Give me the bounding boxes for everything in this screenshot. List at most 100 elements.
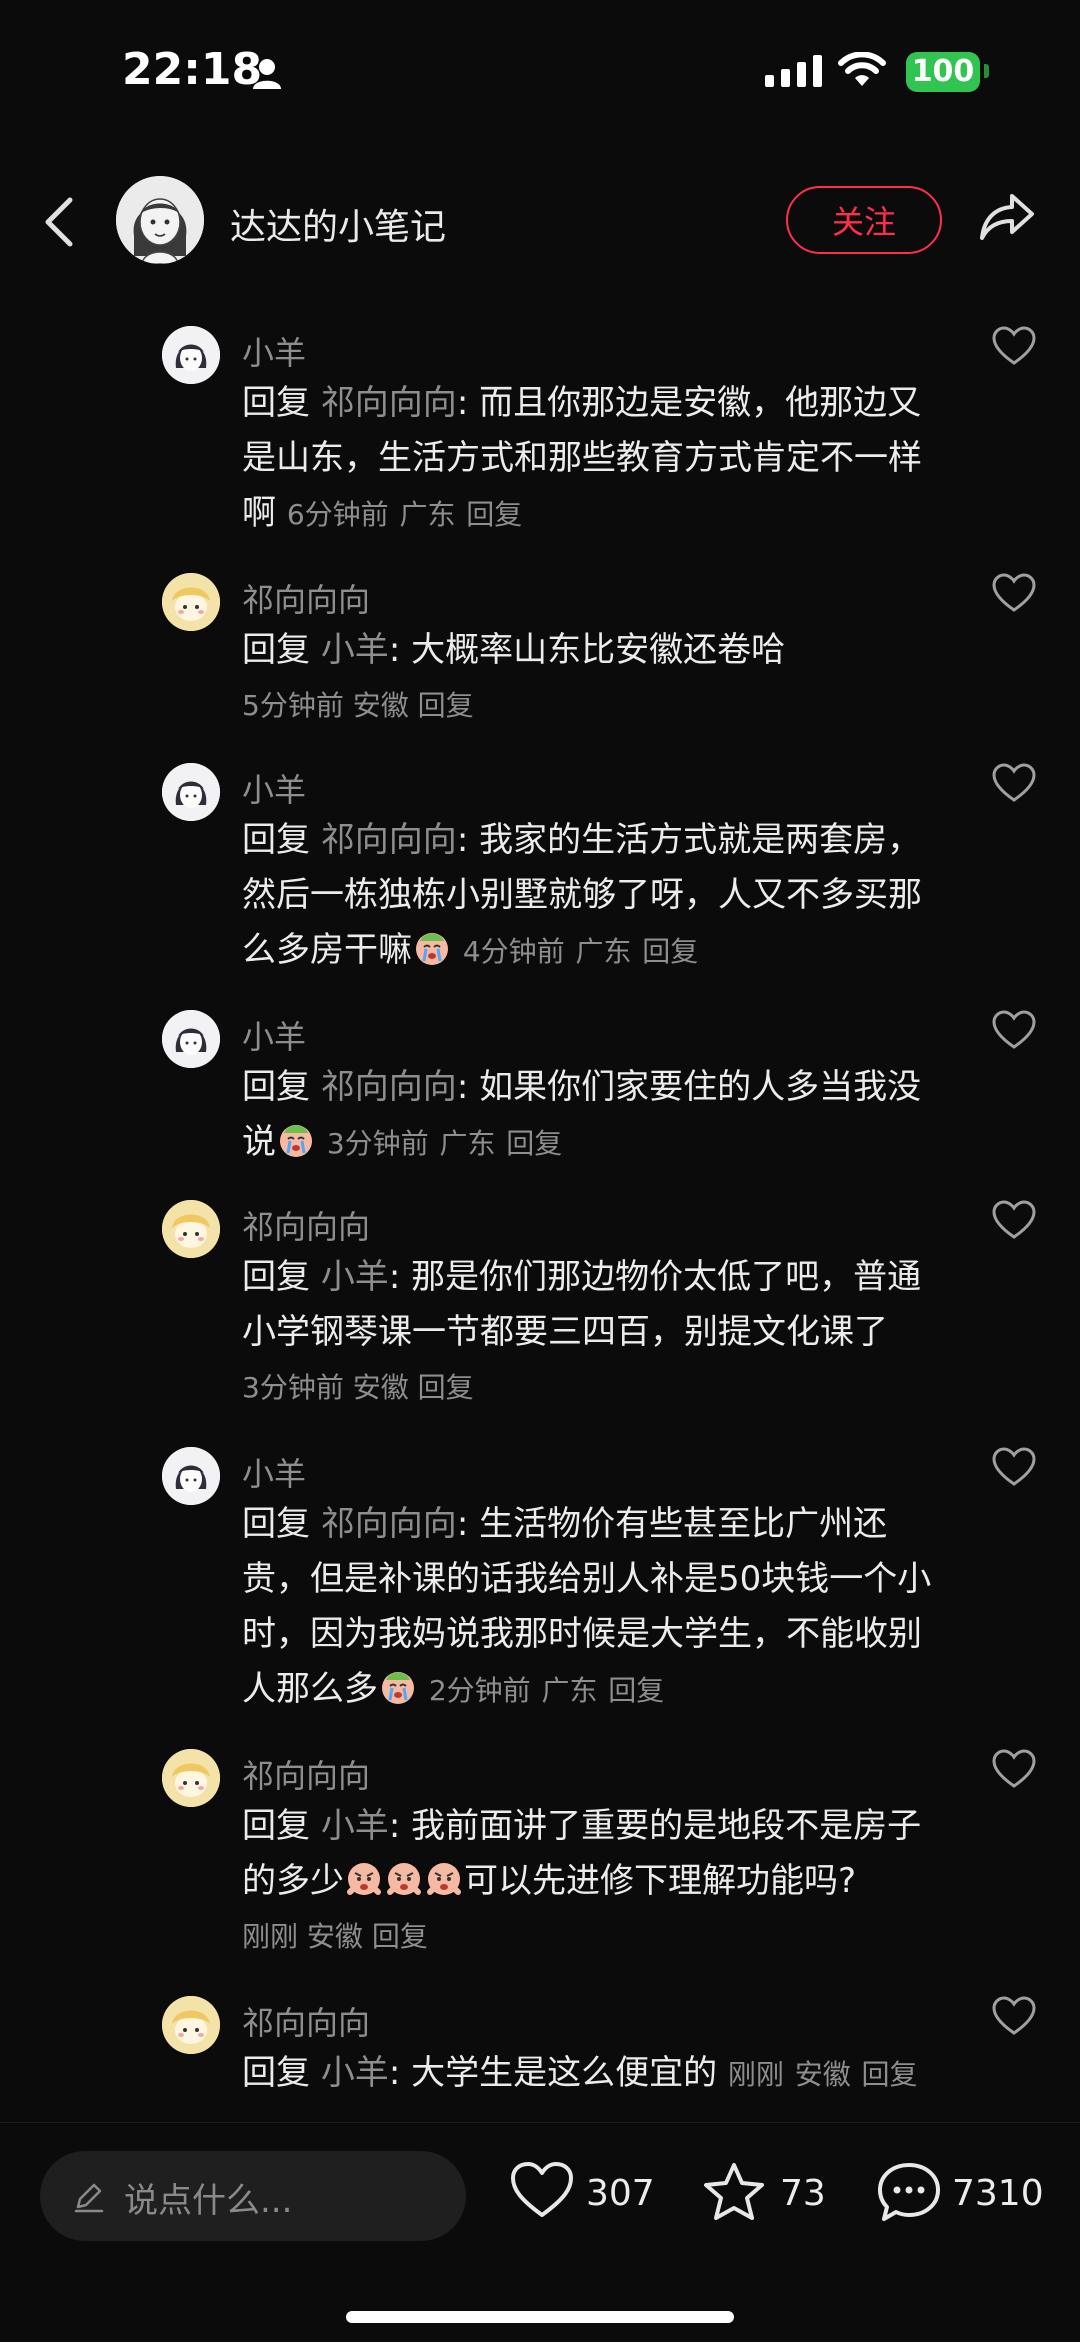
reply-button[interactable]: 回复 [418,1371,474,1404]
comment-text[interactable]: 回复 小羊: 我前面讲了重要的是地段不是房子的多少 可以先进修下理解功能吗? 刚… [242,1799,942,1965]
share-icon[interactable] [978,190,1036,244]
reply-button[interactable]: 回复 [862,2058,918,2091]
pencil-icon [74,2183,104,2213]
girl-portrait-icon [116,176,204,264]
comment-text[interactable]: 回复 祁向向向: 而且你那边是安徽，他那边又是山东，生活方式和那些教育方式肯定不… [242,376,942,542]
comment-location: 广东 [541,1674,598,1707]
comment-text[interactable]: 回复 小羊: 大学生是这么便宜的 刚刚 安徽 回复 [242,2046,942,2102]
comment-time: 4分钟前 [462,935,565,968]
reply-target[interactable]: 小羊 [321,2053,389,2093]
commenter-name[interactable]: 祁向向向 [242,1998,370,2044]
reply-button[interactable]: 回复 [642,935,698,968]
commenter-name[interactable]: 祁向向向 [242,1751,370,1797]
reply-target[interactable]: 祁向向向 [321,1504,457,1544]
commenter-avatar[interactable] [162,1200,220,1258]
heart-icon[interactable] [992,1447,1036,1487]
commenter-name[interactable]: 祁向向向 [242,575,370,621]
commenter-avatar[interactable] [162,1749,220,1807]
like-heart-icon[interactable] [510,2161,574,2219]
commenter-name[interactable]: 祁向向向 [242,1202,370,1248]
like-count[interactable]: 307 [586,2173,655,2214]
follow-button[interactable]: 关注 [786,186,942,254]
heart-icon[interactable] [992,326,1036,366]
reply-button[interactable]: 回复 [608,1674,664,1707]
comment-text[interactable]: 回复 小羊: 大概率山东比安徽还卷哈 5分钟前 安徽 回复 [242,623,942,734]
heart-icon[interactable] [992,1749,1036,1789]
signal-icon [765,55,822,87]
reply-target[interactable]: 小羊 [321,630,389,670]
star-count[interactable]: 73 [780,2173,826,2214]
comment-content: 大概率山东比安徽还卷哈 [411,630,786,670]
commenter-name[interactable]: 小羊 [242,1449,306,1495]
colon-separator: : [388,630,412,670]
colon-separator: : [456,1504,480,1544]
comment-time: 刚刚 [242,1920,299,1953]
comment-location: 广东 [399,498,456,531]
reply-target[interactable]: 祁向向向 [321,820,457,860]
colon-separator: : [388,1257,412,1297]
bottom-action-bar: 说点什么... 307 73 7310 [0,2122,1080,2342]
back-arrow-icon[interactable] [42,196,76,248]
comment-time: 3分钟前 [326,1127,429,1160]
author-name[interactable]: 达达的小笔记 [230,198,446,250]
comment-location: 安徽 [306,1920,363,1953]
commenter-avatar[interactable] [162,763,220,821]
commenter-name[interactable]: 小羊 [242,328,306,374]
wifi-icon [838,52,886,86]
commenter-avatar[interactable] [162,1010,220,1068]
heart-icon[interactable] [992,763,1036,803]
angry-face-emoji-icon [427,1863,461,1895]
comment-count[interactable]: 7310 [952,2173,1044,2214]
comment-meta: 3分钟前 安徽 回复 [242,1360,942,1416]
heart-icon[interactable] [992,573,1036,613]
reply-target[interactable]: 祁向向向 [321,383,457,423]
reply-target[interactable]: 小羊 [321,1806,389,1846]
author-avatar[interactable] [116,176,204,264]
home-indicator[interactable] [346,2311,734,2323]
comment-location: 广东 [439,1127,496,1160]
reply-target[interactable]: 祁向向向 [321,1067,457,1107]
sheep-avatar-icon [162,1447,220,1505]
heart-icon[interactable] [992,1010,1036,1050]
reply-button[interactable]: 回复 [418,689,474,722]
reply-word: 回复 [242,630,310,670]
commenter-avatar[interactable] [162,326,220,384]
commenter-avatar[interactable] [162,1447,220,1505]
status-bar: 22:18 100 [0,0,1080,140]
comment-text[interactable]: 回复 祁向向向: 如果你们家要住的人多当我没说 3分钟前 广东 回复 [242,1060,942,1171]
reply-target[interactable]: 小羊 [321,1257,389,1297]
battery-cap [984,64,989,78]
colon-separator: : [456,1067,480,1107]
cartoon-avatar-icon [162,1996,220,2054]
commenter-avatar[interactable] [162,1996,220,2054]
star-icon[interactable] [702,2161,766,2223]
comment-content-tail: 可以先进修下理解功能吗? [464,1861,857,1901]
reply-word: 回复 [242,1806,310,1846]
comment-text[interactable]: 回复 祁向向向: 生活物价有些甚至比广州还贵，但是补课的话我给别人补是50块钱一… [242,1497,942,1718]
heart-icon[interactable] [992,1996,1036,2036]
commenter-avatar[interactable] [162,573,220,631]
reply-word: 回复 [242,820,310,860]
reply-button[interactable]: 回复 [466,498,522,531]
reply-word: 回复 [242,1257,310,1297]
crying-face-emoji-icon [280,1125,312,1157]
comment-location: 广东 [575,935,632,968]
reply-button[interactable]: 回复 [506,1127,562,1160]
comment-time: 2分钟前 [428,1674,531,1707]
reply-button[interactable]: 回复 [372,1920,428,1953]
status-time: 22:18 [122,44,263,95]
colon-separator: : [388,2053,412,2093]
commenter-name[interactable]: 小羊 [242,1012,306,1058]
sheep-avatar-icon [162,1010,220,1068]
comment-input[interactable]: 说点什么... [40,2151,466,2241]
comment-bubble-icon[interactable] [876,2161,942,2223]
comment-location: 安徽 [352,689,409,722]
crying-face-emoji-icon [416,933,448,965]
comment-text[interactable]: 回复 小羊: 那是你们那边物价太低了吧，普通小学钢琴课一节都要三四百，别提文化课… [242,1250,942,1416]
comment-text[interactable]: 回复 祁向向向: 我家的生活方式就是两套房，然后一栋独栋小别墅就够了呀，人又不多… [242,813,942,979]
comment-meta: 5分钟前 安徽 回复 [242,678,942,734]
colon-separator: : [388,1806,412,1846]
comment-time: 3分钟前 [242,1371,344,1404]
heart-icon[interactable] [992,1200,1036,1240]
commenter-name[interactable]: 小羊 [242,765,306,811]
